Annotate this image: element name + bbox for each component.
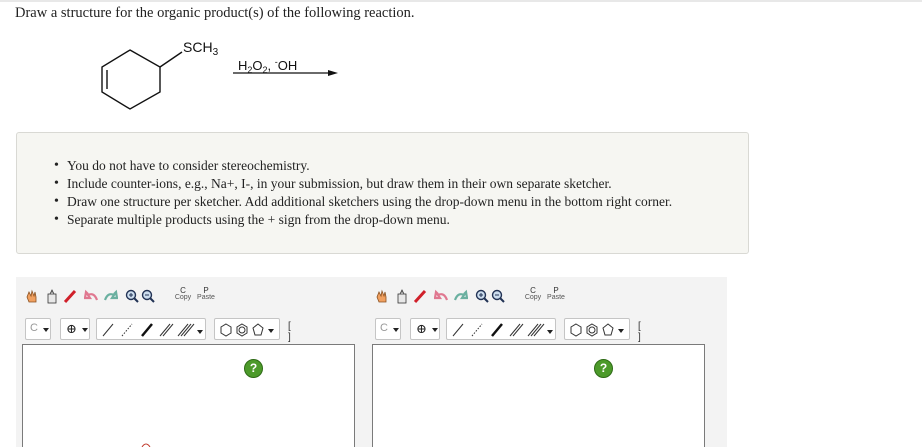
help-button[interactable]: ? (244, 359, 263, 378)
paste-button[interactable]: P Paste (547, 286, 565, 306)
question-text: Draw a structure for the organic product… (15, 5, 415, 21)
element-label: C (30, 322, 38, 334)
ring-icons (220, 323, 274, 337)
ring-tools[interactable] (214, 318, 280, 340)
instructions-box: You do not have to consider stereochemis… (16, 132, 749, 254)
zoom-out-icon[interactable] (490, 288, 506, 304)
zoom-in-icon[interactable] (474, 288, 490, 304)
plus-circle-icon: ⊕ (66, 321, 77, 336)
ring-tools[interactable] (564, 318, 630, 340)
cyclohexene-ring (101, 49, 183, 110)
chevron-down-icon (43, 328, 49, 332)
element-dropdown[interactable]: C (25, 318, 51, 340)
hand-icon[interactable] (24, 288, 40, 304)
redo-icon[interactable] (102, 288, 118, 304)
substituent-label: SCH3 (183, 39, 219, 58)
chevron-down-icon (82, 328, 88, 332)
note-item: Include counter-ions, e.g., Na+, I-, in … (54, 175, 672, 193)
erase-icon[interactable] (394, 288, 410, 304)
sketcher-canvas[interactable]: ? (22, 344, 355, 447)
redo-icon[interactable] (452, 288, 468, 304)
ring-icons (570, 323, 624, 337)
bond-icons (102, 323, 203, 337)
chevron-down-icon (432, 328, 438, 332)
paste-button[interactable]: P Paste (197, 286, 215, 306)
charge-dropdown[interactable]: ⊕ (60, 318, 90, 340)
erase-icon[interactable] (44, 288, 60, 304)
note-item: You do not have to consider stereochemis… (54, 157, 672, 175)
paste-label: Paste (197, 294, 215, 301)
reaction-scheme: SCH3 H2O2, -OH (101, 39, 338, 110)
chevron-down-icon (393, 328, 399, 332)
sketcher-1: C Copy P Paste C ⊕ [] ? (16, 277, 361, 447)
pencil-icon[interactable] (412, 288, 428, 304)
charge-dropdown[interactable]: ⊕ (410, 318, 440, 340)
note-item: Draw one structure per sketcher. Add add… (54, 193, 672, 211)
element-label: C (380, 322, 388, 334)
undo-icon[interactable] (84, 288, 100, 304)
pencil-icon[interactable] (62, 288, 78, 304)
partial-symbol (141, 443, 151, 447)
zoom-in-icon[interactable] (124, 288, 140, 304)
sketcher-2: C Copy P Paste C ⊕ [] ? (366, 277, 711, 447)
zoom-out-icon[interactable] (140, 288, 156, 304)
bond-tools[interactable] (446, 318, 556, 340)
plus-circle-icon: ⊕ (416, 321, 427, 336)
help-button[interactable]: ? (594, 359, 613, 378)
bond-tools[interactable] (96, 318, 206, 340)
element-dropdown[interactable]: C (375, 318, 401, 340)
reagent-label: H2O2, -OH (238, 57, 297, 75)
sketcher-canvas[interactable]: ? (372, 344, 705, 447)
copy-button[interactable]: C Copy (174, 286, 192, 306)
bond-icons (452, 323, 553, 337)
note-item: Separate multiple products using the + s… (54, 211, 672, 229)
copy-label: Copy (524, 294, 542, 301)
copy-button[interactable]: C Copy (524, 286, 542, 306)
undo-icon[interactable] (434, 288, 450, 304)
paste-label: Paste (547, 294, 565, 301)
top-border (0, 0, 922, 2)
hand-icon[interactable] (374, 288, 390, 304)
copy-label: Copy (174, 294, 192, 301)
sketcher-area: C Copy P Paste C ⊕ [] ? C Copy P Paste … (16, 277, 727, 447)
